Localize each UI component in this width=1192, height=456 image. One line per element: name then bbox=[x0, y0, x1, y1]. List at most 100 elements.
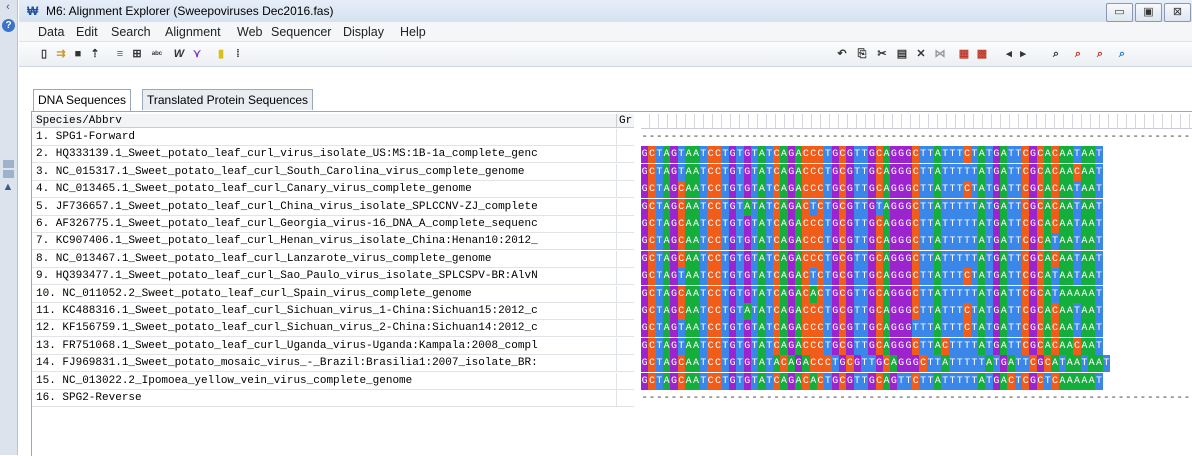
base-cell[interactable]: G bbox=[904, 250, 913, 268]
base-cell[interactable]: C bbox=[809, 250, 817, 268]
base-cell[interactable]: T bbox=[1073, 216, 1081, 233]
base-cell[interactable]: A bbox=[662, 146, 671, 164]
base-cell[interactable]: A bbox=[780, 337, 788, 355]
base-cell[interactable]: C bbox=[802, 268, 810, 286]
base-cell[interactable]: T bbox=[860, 146, 869, 164]
base-cell[interactable]: C bbox=[648, 250, 656, 268]
base-cell[interactable]: T bbox=[1014, 372, 1023, 390]
base-cell[interactable]: G bbox=[897, 181, 905, 199]
base-cell[interactable]: T bbox=[1007, 163, 1015, 181]
base-cell[interactable]: A bbox=[684, 181, 693, 199]
gap-cell[interactable]: - bbox=[707, 129, 714, 146]
base-cell[interactable]: A bbox=[662, 233, 671, 251]
base-cell[interactable]: T bbox=[948, 233, 957, 251]
gap-cell[interactable]: - bbox=[1154, 129, 1161, 146]
gap-cell[interactable]: - bbox=[919, 390, 927, 407]
base-cell[interactable]: C bbox=[912, 303, 920, 320]
base-cell[interactable]: A bbox=[1058, 146, 1067, 164]
base-cell[interactable]: A bbox=[1044, 163, 1052, 181]
base-cell[interactable]: G bbox=[868, 198, 876, 216]
base-cell[interactable]: A bbox=[882, 320, 891, 338]
base-cell[interactable]: T bbox=[655, 337, 663, 355]
base-cell[interactable]: T bbox=[956, 163, 964, 181]
group-cell[interactable] bbox=[616, 285, 634, 303]
base-cell[interactable]: C bbox=[1051, 250, 1059, 268]
base-cell[interactable]: T bbox=[941, 181, 949, 199]
base-cell[interactable]: A bbox=[1058, 181, 1067, 199]
base-cell[interactable]: A bbox=[684, 372, 693, 390]
gap-cell[interactable]: - bbox=[744, 129, 751, 146]
base-cell[interactable]: A bbox=[1088, 303, 1096, 320]
base-cell[interactable]: T bbox=[1014, 233, 1023, 251]
base-cell[interactable]: A bbox=[934, 250, 942, 268]
align-icon[interactable]: ≡ bbox=[113, 46, 127, 62]
base-cell[interactable]: G bbox=[1029, 337, 1037, 355]
gap-cell[interactable]: - bbox=[1000, 129, 1007, 146]
base-cell[interactable]: C bbox=[816, 198, 825, 216]
base-cell[interactable]: C bbox=[714, 181, 722, 199]
gap-cell[interactable]: - bbox=[802, 390, 810, 407]
base-cell[interactable]: G bbox=[890, 320, 898, 338]
base-cell[interactable]: C bbox=[838, 198, 847, 216]
base-cell[interactable]: T bbox=[948, 320, 957, 338]
base-cell[interactable]: T bbox=[860, 181, 869, 199]
base-cell[interactable]: A bbox=[684, 198, 693, 216]
base-cell[interactable]: T bbox=[721, 181, 729, 199]
gap-cell[interactable]: - bbox=[648, 390, 656, 407]
clustalw-icon[interactable]: W bbox=[172, 46, 186, 62]
find-icon[interactable]: ⌕ bbox=[1049, 46, 1063, 62]
base-cell[interactable]: T bbox=[655, 372, 663, 390]
base-cell[interactable]: A bbox=[780, 146, 788, 164]
base-cell[interactable]: C bbox=[816, 285, 825, 303]
base-cell[interactable]: G bbox=[787, 285, 795, 303]
base-cell[interactable]: T bbox=[860, 320, 869, 338]
base-cell[interactable]: A bbox=[1000, 303, 1008, 320]
base-cell[interactable]: G bbox=[743, 355, 751, 373]
base-cell[interactable]: G bbox=[904, 337, 913, 355]
base-cell[interactable]: T bbox=[750, 146, 759, 164]
gap-cell[interactable]: - bbox=[868, 390, 876, 407]
base-cell[interactable]: A bbox=[1080, 163, 1089, 181]
base-cell[interactable]: T bbox=[963, 337, 971, 355]
base-cell[interactable]: G bbox=[743, 250, 751, 268]
gap-cell[interactable]: - bbox=[963, 129, 971, 146]
base-cell[interactable]: T bbox=[926, 372, 935, 390]
base-cell[interactable]: G bbox=[641, 233, 649, 251]
base-cell[interactable]: T bbox=[926, 216, 935, 233]
base-cell[interactable]: C bbox=[706, 163, 715, 181]
base-cell[interactable]: C bbox=[706, 320, 715, 338]
copy-icon[interactable]: ⎘ bbox=[855, 46, 869, 62]
base-cell[interactable]: G bbox=[641, 337, 649, 355]
base-cell[interactable]: A bbox=[794, 216, 803, 233]
export-icon[interactable]: ⇡ bbox=[88, 46, 102, 62]
gap-cell[interactable]: - bbox=[670, 390, 678, 407]
base-cell[interactable]: C bbox=[816, 146, 825, 164]
base-cell[interactable]: T bbox=[860, 198, 869, 216]
base-cell[interactable]: T bbox=[956, 198, 964, 216]
base-cell[interactable]: C bbox=[838, 285, 847, 303]
base-cell[interactable]: G bbox=[992, 181, 1001, 199]
base-cell[interactable]: T bbox=[1095, 233, 1103, 251]
base-cell[interactable]: T bbox=[970, 320, 979, 338]
base-cell[interactable]: A bbox=[1000, 146, 1008, 164]
base-cell[interactable]: A bbox=[1000, 250, 1008, 268]
base-cell[interactable]: T bbox=[985, 198, 993, 216]
base-cell[interactable]: C bbox=[802, 372, 810, 390]
base-cell[interactable]: T bbox=[765, 355, 773, 373]
base-cell[interactable]: T bbox=[1044, 372, 1052, 390]
base-cell[interactable]: A bbox=[692, 250, 700, 268]
gap-cell[interactable]: - bbox=[780, 129, 788, 146]
base-cell[interactable]: C bbox=[714, 285, 722, 303]
base-cell[interactable]: C bbox=[1051, 337, 1059, 355]
base-cell[interactable]: T bbox=[1051, 285, 1059, 303]
base-cell[interactable]: A bbox=[1058, 268, 1067, 286]
base-cell[interactable]: C bbox=[838, 163, 847, 181]
base-cell[interactable]: G bbox=[743, 337, 751, 355]
base-cell[interactable]: G bbox=[831, 303, 839, 320]
base-cell[interactable]: A bbox=[941, 355, 949, 373]
group-cell[interactable] bbox=[616, 146, 634, 164]
base-cell[interactable]: T bbox=[655, 268, 663, 286]
base-cell[interactable]: T bbox=[824, 285, 832, 303]
base-cell[interactable]: T bbox=[970, 285, 979, 303]
gap-cell[interactable]: - bbox=[810, 129, 817, 146]
